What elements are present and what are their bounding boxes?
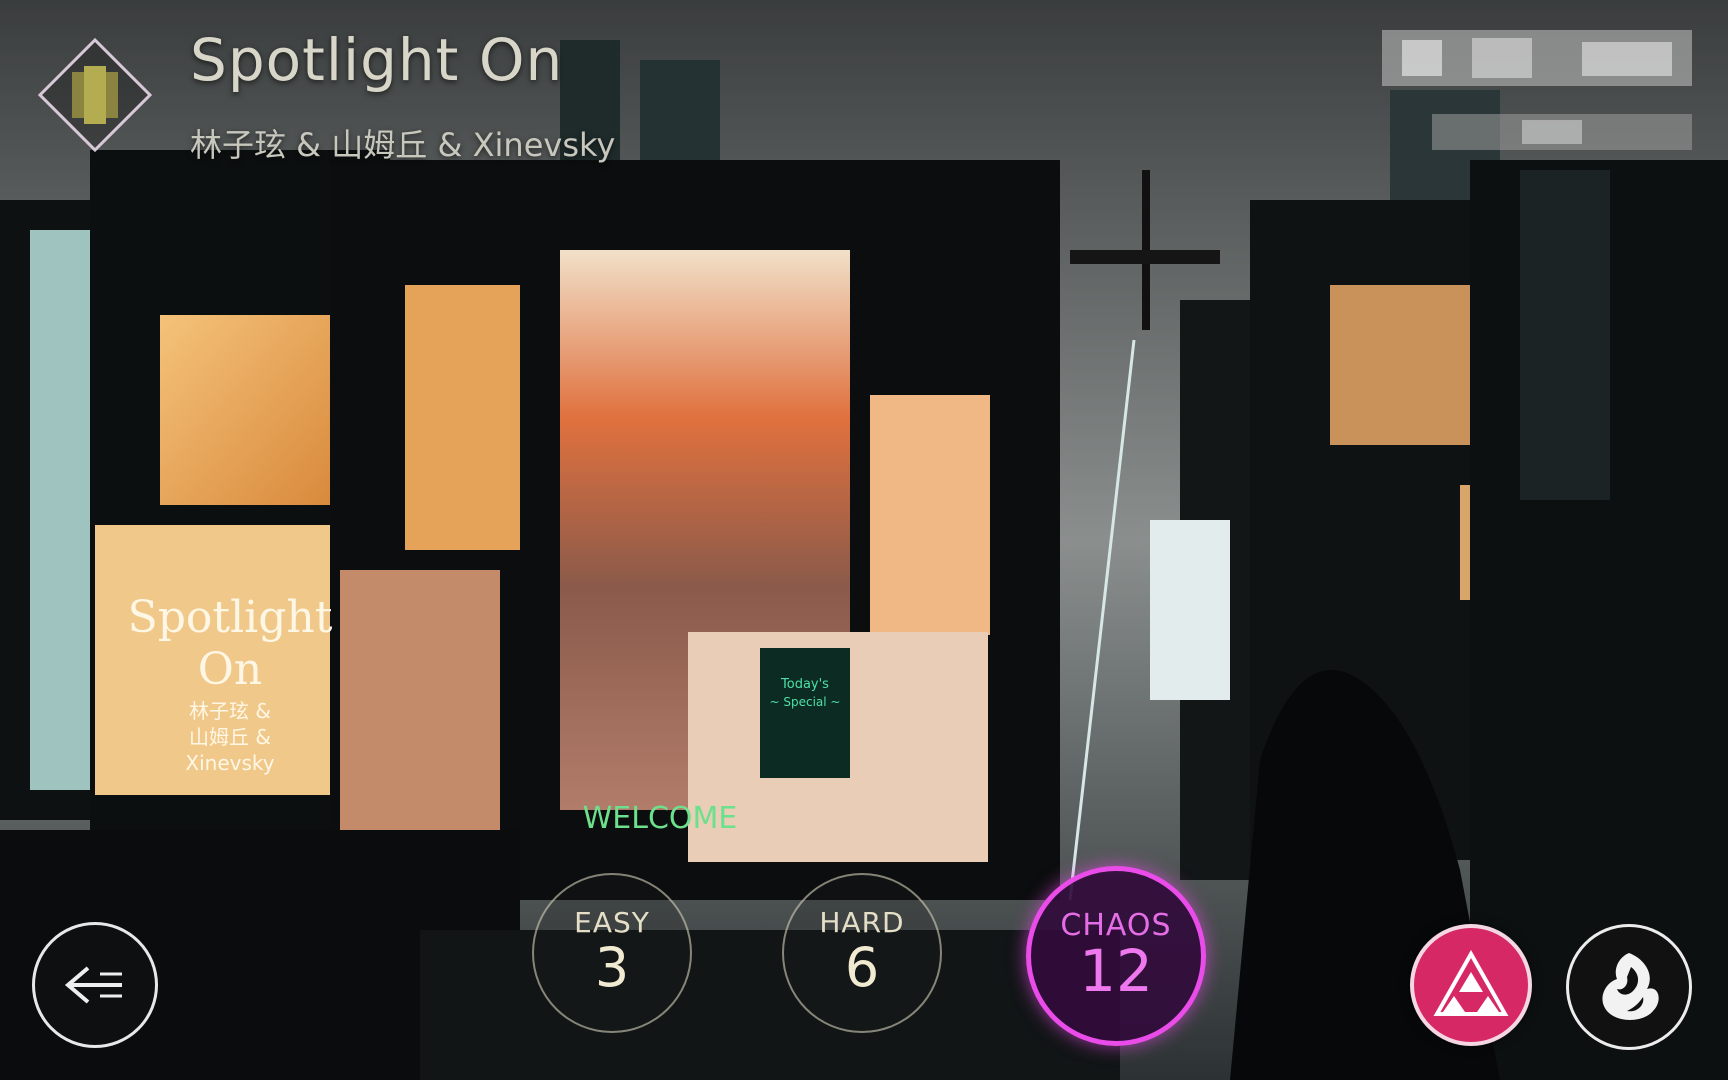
poster-artist-line1: 林子玹 & bbox=[189, 699, 271, 723]
poster-artist-line3: Xinevsky bbox=[185, 751, 274, 775]
difficulty-hard-button[interactable]: HARD 6 bbox=[782, 873, 942, 1033]
back-button[interactable] bbox=[32, 922, 158, 1048]
triforce-icon bbox=[1433, 950, 1509, 1016]
mode-button[interactable] bbox=[1410, 924, 1532, 1046]
song-title: Spotlight On bbox=[190, 26, 564, 94]
difficulty-easy-button[interactable]: EASY 3 bbox=[532, 873, 692, 1033]
flame-emblem-icon bbox=[1602, 953, 1659, 1020]
song-jacket-icon bbox=[36, 36, 154, 154]
poster-title-line2: On bbox=[198, 644, 262, 695]
welcome-mat-text: WELCOME bbox=[583, 801, 738, 836]
character-button[interactable] bbox=[1566, 924, 1692, 1050]
song-artist: 林子玹 & 山姆丘 & Xinevsky bbox=[190, 126, 616, 164]
difficulty-level: 3 bbox=[594, 936, 630, 999]
difficulty-chaos-button[interactable]: CHAOS 12 bbox=[1026, 866, 1206, 1046]
player-info-blurred bbox=[1382, 30, 1692, 160]
difficulty-level: 12 bbox=[1079, 937, 1153, 1005]
chalkboard-line1: Today's bbox=[780, 677, 829, 692]
difficulty-level: 6 bbox=[844, 936, 880, 999]
difficulty-name: EASY bbox=[574, 906, 650, 939]
poster-artist-line2: 山姆丘 & bbox=[189, 725, 271, 749]
back-arrow-icon bbox=[64, 966, 122, 1004]
poster-title-line1: Spotlight bbox=[128, 592, 333, 643]
difficulty-name: HARD bbox=[819, 906, 905, 939]
chalkboard-line2: ~ Special ~ bbox=[770, 695, 841, 709]
